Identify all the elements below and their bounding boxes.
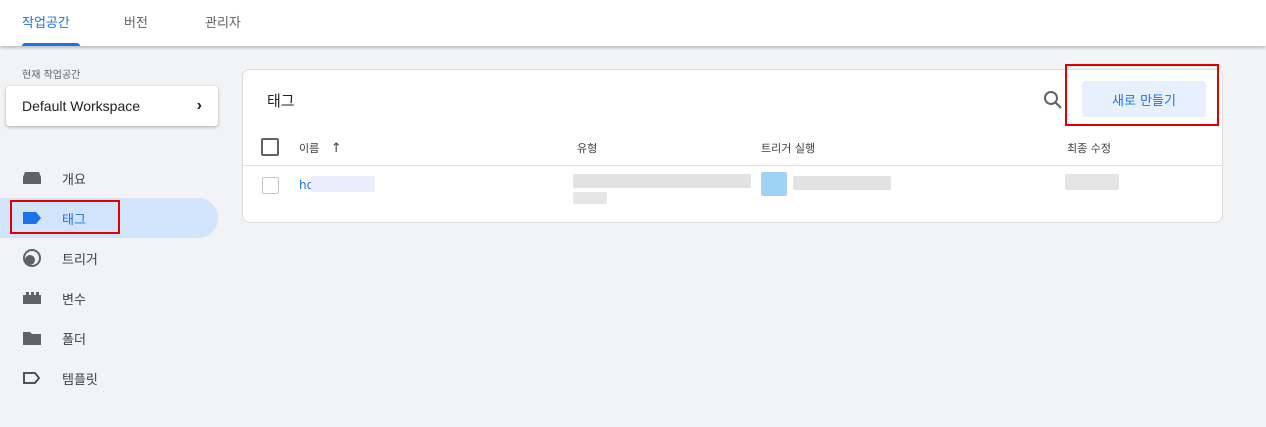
sidebar-item-label: 트리거 [62, 252, 98, 268]
tab-workspace[interactable]: 작업공간 [22, 12, 80, 46]
sidebar-item-overview[interactable]: 개요 [0, 158, 218, 198]
template-icon [22, 368, 42, 388]
column-header-name[interactable]: 이름 ↑ [299, 140, 342, 156]
search-icon[interactable] [1043, 90, 1063, 110]
sidebar-item-label: 템플릿 [62, 372, 98, 388]
redacted-tag-name [311, 176, 375, 192]
new-tag-button[interactable]: 새로 만들기 [1082, 81, 1206, 117]
card-title: 태그 [267, 92, 295, 110]
folder-icon [22, 328, 42, 348]
row-checkbox[interactable] [262, 177, 279, 194]
chevron-right-icon: › [196, 97, 202, 114]
trigger-icon [22, 248, 42, 268]
sidebar-nav: 개요 태그 트리거 변수 폴더 템플릿 [0, 158, 218, 398]
workspace-caption: 현재 작업공간 [22, 70, 81, 81]
sidebar-item-variables[interactable]: 변수 [0, 278, 218, 318]
tags-card: 태그 새로 만들기 이름 ↑ 유형 트리거 실행 최종 수정 ho [242, 69, 1223, 223]
top-tab-bar: 작업공간 버전 관리자 [0, 0, 1266, 46]
sidebar-item-label: 개요 [62, 172, 86, 188]
redacted-trigger-name [793, 176, 891, 190]
redacted-tag-type [573, 174, 751, 188]
sidebar-item-templates[interactable]: 템플릿 [0, 358, 218, 398]
sidebar-item-label: 폴더 [62, 332, 86, 348]
select-all-checkbox[interactable] [261, 138, 279, 156]
table-row[interactable]: ho [243, 166, 1222, 206]
overview-icon [22, 168, 42, 188]
redacted-modified [1065, 174, 1119, 190]
variables-icon [22, 288, 42, 308]
sidebar-item-label: 태그 [62, 212, 86, 228]
column-header-trigger[interactable]: 트리거 실행 [761, 140, 815, 156]
sidebar-item-triggers[interactable]: 트리거 [0, 238, 218, 278]
redacted-tag-type-line2 [573, 192, 607, 204]
column-header-name-label: 이름 [299, 142, 320, 155]
tag-icon [22, 208, 42, 228]
column-header-type[interactable]: 유형 [577, 140, 597, 156]
workspace-name: Default Workspace [22, 98, 141, 114]
sidebar-item-label: 변수 [62, 292, 86, 308]
table-header: 이름 ↑ 유형 트리거 실행 최종 수정 [243, 132, 1222, 166]
workspace-selector[interactable]: Default Workspace › [6, 86, 218, 126]
redacted-trigger-icon [761, 172, 787, 196]
sort-arrow-up-icon: ↑ [330, 141, 342, 156]
sidebar-item-tags[interactable]: 태그 [0, 198, 218, 238]
tab-admin[interactable]: 관리자 [205, 12, 241, 46]
tab-versions[interactable]: 버전 [124, 12, 148, 46]
sidebar-item-folders[interactable]: 폴더 [0, 318, 218, 358]
column-header-modified[interactable]: 최종 수정 [1067, 140, 1111, 156]
